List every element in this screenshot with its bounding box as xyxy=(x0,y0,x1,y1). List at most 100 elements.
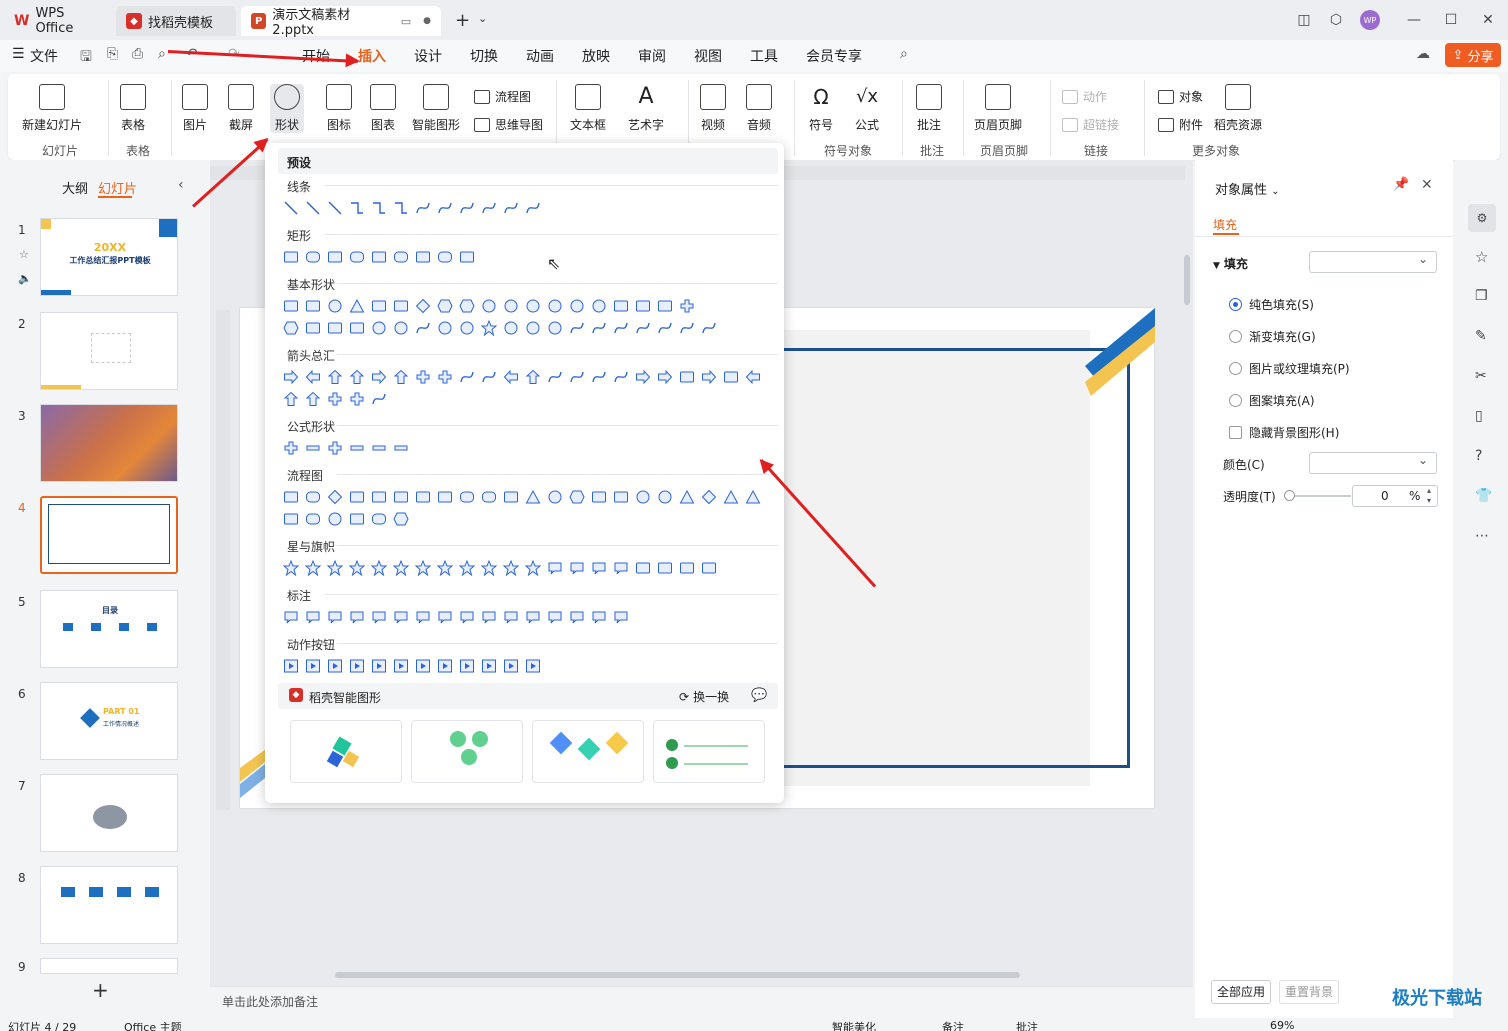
callout-shape-icon[interactable] xyxy=(591,560,607,576)
circle-shape-icon[interactable] xyxy=(547,298,563,314)
transparency-input[interactable]: 0 % ▴ ▾ xyxy=(1352,485,1438,507)
tri-shape-icon[interactable] xyxy=(525,489,541,505)
curve-shape-icon[interactable] xyxy=(701,320,717,336)
notes-button[interactable]: 备注 xyxy=(942,1019,964,1031)
rect-shape-icon[interactable] xyxy=(349,320,365,336)
arrowL-shape-icon[interactable] xyxy=(745,369,761,385)
new-slide-button[interactable]: 新建幻灯片 xyxy=(22,84,82,133)
callout-shape-icon[interactable] xyxy=(547,609,563,625)
rect-shape-icon[interactable] xyxy=(371,298,387,314)
circle-shape-icon[interactable] xyxy=(635,489,651,505)
arrowU-shape-icon[interactable] xyxy=(525,369,541,385)
callout-shape-icon[interactable] xyxy=(569,560,585,576)
star-shape-icon[interactable] xyxy=(437,560,453,576)
rrect-shape-icon[interactable] xyxy=(437,249,453,265)
star-shape-icon[interactable] xyxy=(327,560,343,576)
rect-shape-icon[interactable] xyxy=(305,298,321,314)
circle-shape-icon[interactable] xyxy=(327,511,343,527)
rrect-shape-icon[interactable] xyxy=(305,489,321,505)
star-shape-icon[interactable] xyxy=(459,560,475,576)
circle-shape-icon[interactable] xyxy=(657,489,673,505)
tab-docer-template[interactable]: ◆ 找稻壳模板 xyxy=(116,6,236,36)
fill-dropdown[interactable] xyxy=(1309,251,1437,273)
slide-thumbnail-selected[interactable] xyxy=(40,496,178,574)
rrect-shape-icon[interactable] xyxy=(371,511,387,527)
menu-tools[interactable]: 工具 xyxy=(750,46,778,66)
menu-view[interactable]: 视图 xyxy=(694,46,722,66)
minimize-icon[interactable]: — xyxy=(1400,8,1428,32)
curve-shape-icon[interactable] xyxy=(591,369,607,385)
line-shape-icon[interactable] xyxy=(283,200,299,216)
notes-area[interactable]: 单击此处添加备注 xyxy=(210,986,1193,1018)
textbox-button[interactable]: 文本框 xyxy=(570,84,606,133)
minus-shape-icon[interactable] xyxy=(393,440,409,456)
slide-thumbnail[interactable]: 目录 xyxy=(40,590,178,668)
tab-presentation[interactable]: P 演示文稿素材2.pptx ▭ ● xyxy=(241,6,441,38)
slides-tab[interactable]: 幻灯片 xyxy=(98,178,137,197)
comment-button[interactable]: 批注 xyxy=(916,84,942,133)
curve-shape-icon[interactable] xyxy=(613,320,629,336)
attachment-button[interactable]: 附件 xyxy=(1158,116,1203,133)
audio-button[interactable]: 音频 xyxy=(746,84,772,133)
callout-shape-icon[interactable] xyxy=(613,609,629,625)
curve-shape-icon[interactable] xyxy=(591,320,607,336)
hex-shape-icon[interactable] xyxy=(459,298,475,314)
arrowL-shape-icon[interactable] xyxy=(305,369,321,385)
plus-shape-icon[interactable] xyxy=(327,391,343,407)
slide-thumbnail[interactable]: PART 01 工作情况概述 xyxy=(40,682,178,760)
tri-shape-icon[interactable] xyxy=(745,489,761,505)
rect-shape-icon[interactable] xyxy=(393,298,409,314)
minus-shape-icon[interactable] xyxy=(305,440,321,456)
curve-shape-icon[interactable] xyxy=(437,200,453,216)
print-icon[interactable]: ⎙ xyxy=(132,46,143,62)
tri-shape-icon[interactable] xyxy=(349,298,365,314)
arrowR-shape-icon[interactable] xyxy=(657,369,673,385)
arrowU-shape-icon[interactable] xyxy=(305,391,321,407)
hex-shape-icon[interactable] xyxy=(437,298,453,314)
table-button[interactable]: 表格 xyxy=(120,84,146,133)
book-icon[interactable]: ▯ xyxy=(1475,408,1483,424)
theme-label[interactable]: Office 主题 xyxy=(124,1019,182,1031)
avatar[interactable]: WP xyxy=(1360,10,1380,30)
star-shape-icon[interactable] xyxy=(481,320,497,336)
curve-shape-icon[interactable] xyxy=(481,200,497,216)
vertical-scrollbar[interactable] xyxy=(1184,255,1190,305)
circle-shape-icon[interactable] xyxy=(459,320,475,336)
btn-shape-icon[interactable] xyxy=(327,658,343,674)
plus-shape-icon[interactable] xyxy=(437,369,453,385)
rect-shape-icon[interactable] xyxy=(349,511,365,527)
mindmap-button[interactable]: 思维导图 xyxy=(474,116,543,133)
feedback-icon[interactable]: 💬 xyxy=(751,688,767,703)
arrowR-shape-icon[interactable] xyxy=(701,369,717,385)
menu-file[interactable]: 文件 xyxy=(30,46,58,66)
icon-button[interactable]: 图标 xyxy=(326,84,352,133)
brush-icon[interactable]: ✎ xyxy=(1475,328,1487,344)
rect-shape-icon[interactable] xyxy=(393,489,409,505)
arrowU-shape-icon[interactable] xyxy=(283,391,299,407)
menu-transition[interactable]: 切换 xyxy=(470,46,498,66)
curve-shape-icon[interactable] xyxy=(459,369,475,385)
circle-shape-icon[interactable] xyxy=(481,298,497,314)
action-button[interactable]: 动作 xyxy=(1062,88,1107,105)
close-icon[interactable]: ✕ xyxy=(1421,177,1433,193)
outline-tab[interactable]: 大纲 xyxy=(62,178,88,197)
cube-icon[interactable]: ⬡ xyxy=(1322,8,1350,32)
circle-shape-icon[interactable] xyxy=(547,320,563,336)
smart-graphic-card[interactable] xyxy=(290,720,402,783)
shirt-icon[interactable]: 👕 xyxy=(1475,488,1492,504)
slide-thumbnail[interactable]: 20XX 工作总结汇报PPT模板 xyxy=(40,218,178,296)
rect-shape-icon[interactable] xyxy=(283,298,299,314)
plus-shape-icon[interactable] xyxy=(283,440,299,456)
btn-shape-icon[interactable] xyxy=(305,658,321,674)
flowchart-button[interactable]: 流程图 xyxy=(474,88,531,105)
rrect-shape-icon[interactable] xyxy=(459,489,475,505)
rect-shape-icon[interactable] xyxy=(415,489,431,505)
btn-shape-icon[interactable] xyxy=(459,658,475,674)
star-shape-icon[interactable] xyxy=(371,560,387,576)
btn-shape-icon[interactable] xyxy=(349,658,365,674)
curve-shape-icon[interactable] xyxy=(415,200,431,216)
arrowR-shape-icon[interactable] xyxy=(283,369,299,385)
curve-shape-icon[interactable] xyxy=(569,320,585,336)
callout-shape-icon[interactable] xyxy=(525,609,541,625)
rect-shape-icon[interactable] xyxy=(305,320,321,336)
